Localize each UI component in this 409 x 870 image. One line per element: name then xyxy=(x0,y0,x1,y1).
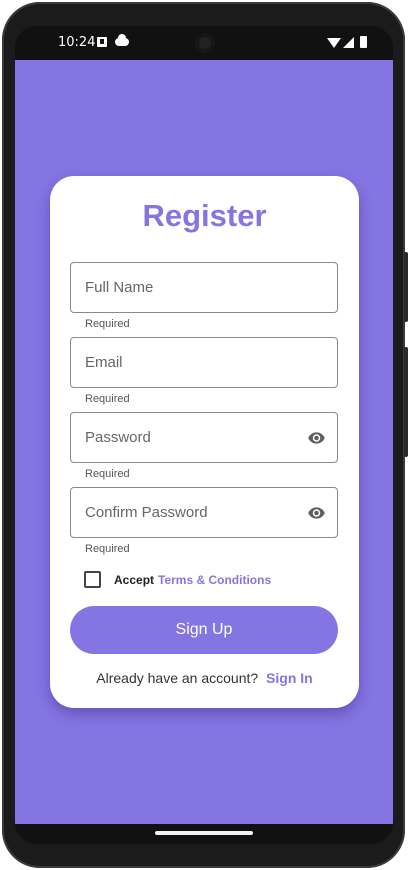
cloud-icon xyxy=(115,34,129,46)
full-name-label: Full Name xyxy=(85,279,154,296)
wifi-icon xyxy=(327,38,341,48)
sign-in-link[interactable]: Sign In xyxy=(266,670,313,686)
home-indicator[interactable] xyxy=(155,831,253,835)
register-card: Register Full Name Required Email Requir… xyxy=(50,176,359,708)
full-name-field[interactable]: Full Name xyxy=(70,262,338,313)
volume-button xyxy=(404,347,408,457)
power-button xyxy=(404,252,408,322)
password-field[interactable]: Password xyxy=(70,412,338,463)
eye-icon[interactable] xyxy=(306,429,327,447)
page-title: Register xyxy=(142,198,267,233)
confirm-password-label: Confirm Password xyxy=(85,504,208,521)
sign-up-button[interactable]: Sign Up xyxy=(70,606,338,654)
screen: 10:24 Register Full Name Required Email … xyxy=(15,26,393,844)
a-notification-icon xyxy=(97,37,107,47)
accept-label: Accept xyxy=(114,573,155,587)
status-bar: 10:24 xyxy=(15,26,393,60)
navigation-bar xyxy=(15,824,393,844)
eye-icon[interactable] xyxy=(306,504,327,522)
email-helper: Required xyxy=(85,393,130,405)
terms-link[interactable]: Terms & Conditions xyxy=(158,573,271,587)
sign-in-prompt: Already have an account? Sign In xyxy=(50,670,359,686)
battery-icon xyxy=(360,36,367,48)
password-label: Password xyxy=(85,429,151,446)
terms-row: Accept Terms & Conditions xyxy=(84,571,324,589)
terms-checkbox[interactable] xyxy=(84,571,101,588)
password-helper: Required xyxy=(85,468,130,480)
full-name-helper: Required xyxy=(85,318,130,330)
signal-icon xyxy=(343,37,354,48)
app-background: Register Full Name Required Email Requir… xyxy=(15,60,393,824)
already-text: Already have an account? xyxy=(96,670,259,686)
confirm-password-field[interactable]: Confirm Password xyxy=(70,487,338,538)
phone-frame: 10:24 Register Full Name Required Email … xyxy=(2,2,408,868)
status-time: 10:24 xyxy=(58,35,96,50)
email-field[interactable]: Email xyxy=(70,337,338,388)
email-label: Email xyxy=(85,354,123,371)
confirm-password-helper: Required xyxy=(85,543,130,555)
front-camera xyxy=(195,33,215,53)
